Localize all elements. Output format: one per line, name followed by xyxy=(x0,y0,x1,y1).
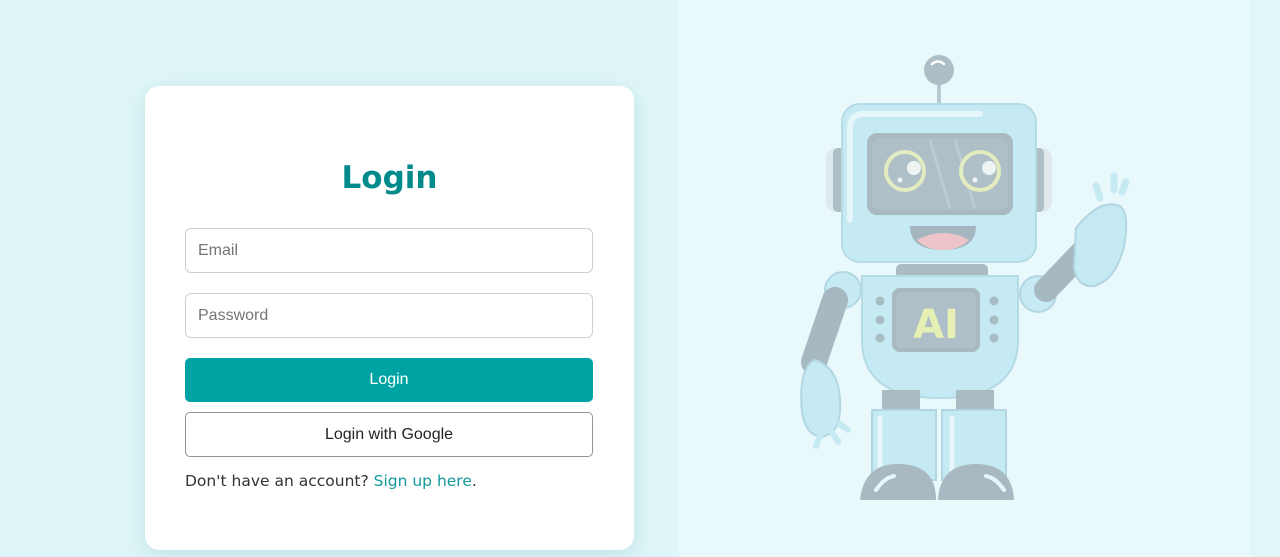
signup-prompt: Don't have an account? Sign up here. xyxy=(185,472,477,490)
right-edge-strip xyxy=(1250,0,1280,557)
login-title: Login xyxy=(341,160,438,196)
login-with-google-button[interactable]: Login with Google xyxy=(185,412,593,457)
chest-ai-label: AI xyxy=(913,302,959,348)
login-card: Login Login Login with Google Don't have… xyxy=(145,86,634,550)
password-input[interactable] xyxy=(185,293,593,338)
signup-link[interactable]: Sign up here xyxy=(374,472,472,490)
robot-illustration: AI xyxy=(800,55,1130,500)
signup-prompt-text: Don't have an account? xyxy=(185,472,374,490)
signup-suffix: . xyxy=(471,472,477,490)
email-input[interactable] xyxy=(185,228,593,273)
login-page: Login Login Login with Google Don't have… xyxy=(0,0,1280,557)
login-button[interactable]: Login xyxy=(185,358,593,402)
